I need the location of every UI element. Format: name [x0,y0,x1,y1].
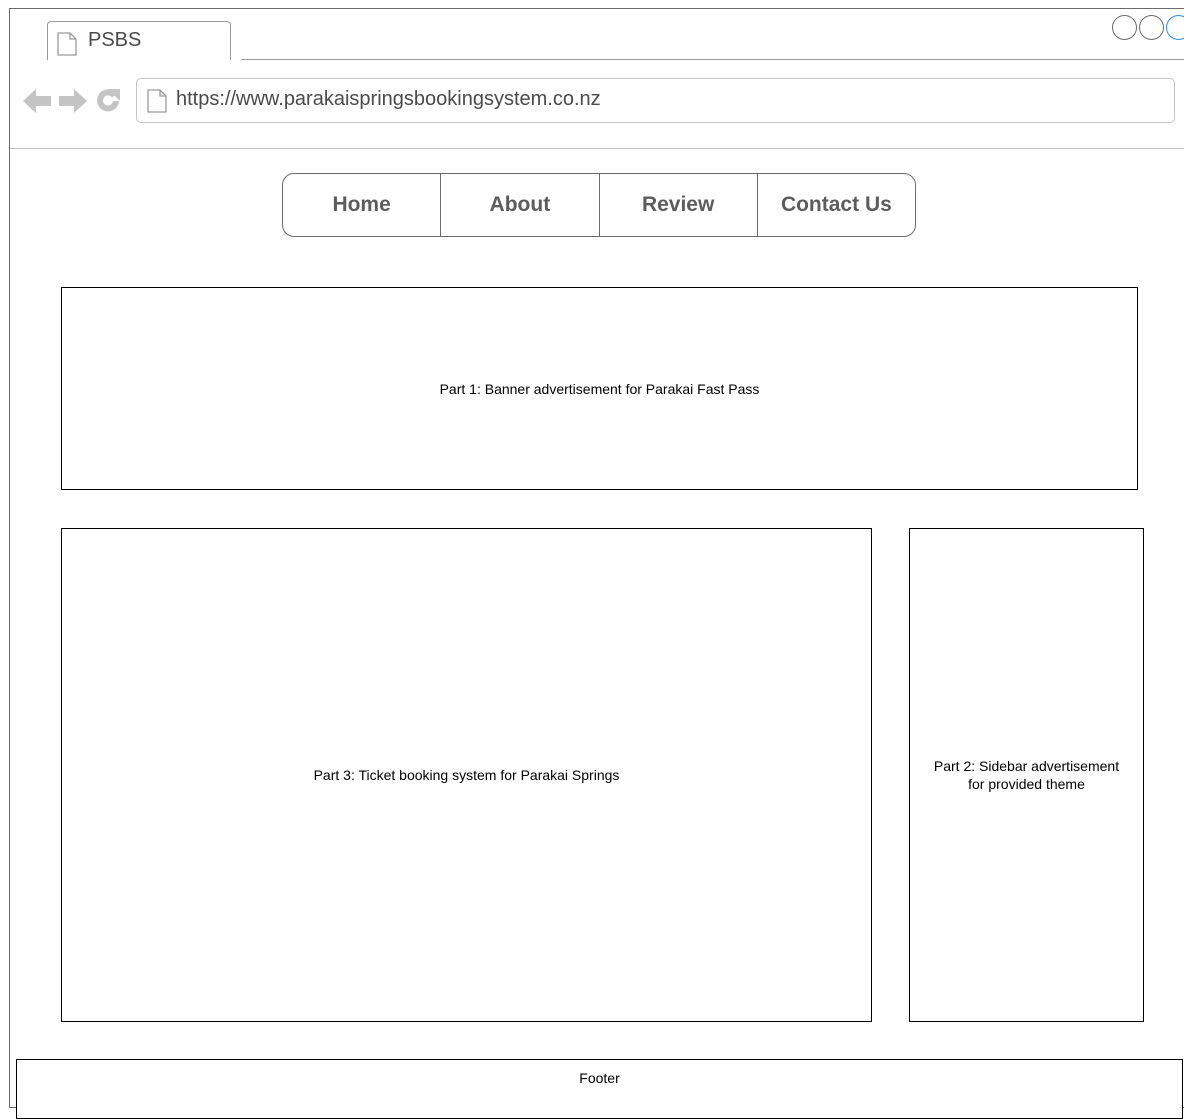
maximize-button[interactable] [1139,15,1164,40]
main-navigation: Home About Review Contact Us [282,173,916,237]
browser-window: PSBS https://www.parakaispringsbookingsy… [9,8,1184,1119]
nav-home[interactable]: Home [283,174,442,236]
url-text[interactable]: https://www.parakaispringsbookingsystem.… [176,88,601,111]
footer: Footer [16,1059,1183,1119]
close-button[interactable] [1166,15,1184,40]
sidebar-text: Part 2: Sidebar advertisement for provid… [933,758,1120,792]
nav-about[interactable]: About [441,174,600,236]
banner-text: Part 1: Banner advertisement for Parakai… [439,380,760,397]
browser-tab[interactable]: PSBS [47,21,231,60]
ticket-booking-section: Part 3: Ticket booking system for Paraka… [61,528,872,1022]
page-icon [147,89,167,118]
tab-title: PSBS [88,29,142,51]
forward-arrow-icon[interactable] [58,88,88,119]
nav-review[interactable]: Review [600,174,758,236]
window-controls [1112,15,1184,40]
banner-advertisement: Part 1: Banner advertisement for Parakai… [61,287,1138,490]
nav-contact-us[interactable]: Contact Us [758,174,915,236]
footer-text: Footer [579,1070,620,1086]
booking-text: Part 3: Ticket booking system for Paraka… [313,767,620,783]
reload-icon[interactable] [94,87,122,120]
back-arrow-icon[interactable] [22,88,52,119]
navigation-controls [22,87,122,120]
sidebar-advertisement: Part 2: Sidebar advertisement for provid… [909,528,1144,1022]
browser-toolbar: https://www.parakaispringsbookingsystem.… [10,60,1184,149]
minimize-button[interactable] [1112,15,1137,40]
address-bar[interactable]: https://www.parakaispringsbookingsystem.… [136,78,1175,123]
document-icon [57,32,77,61]
